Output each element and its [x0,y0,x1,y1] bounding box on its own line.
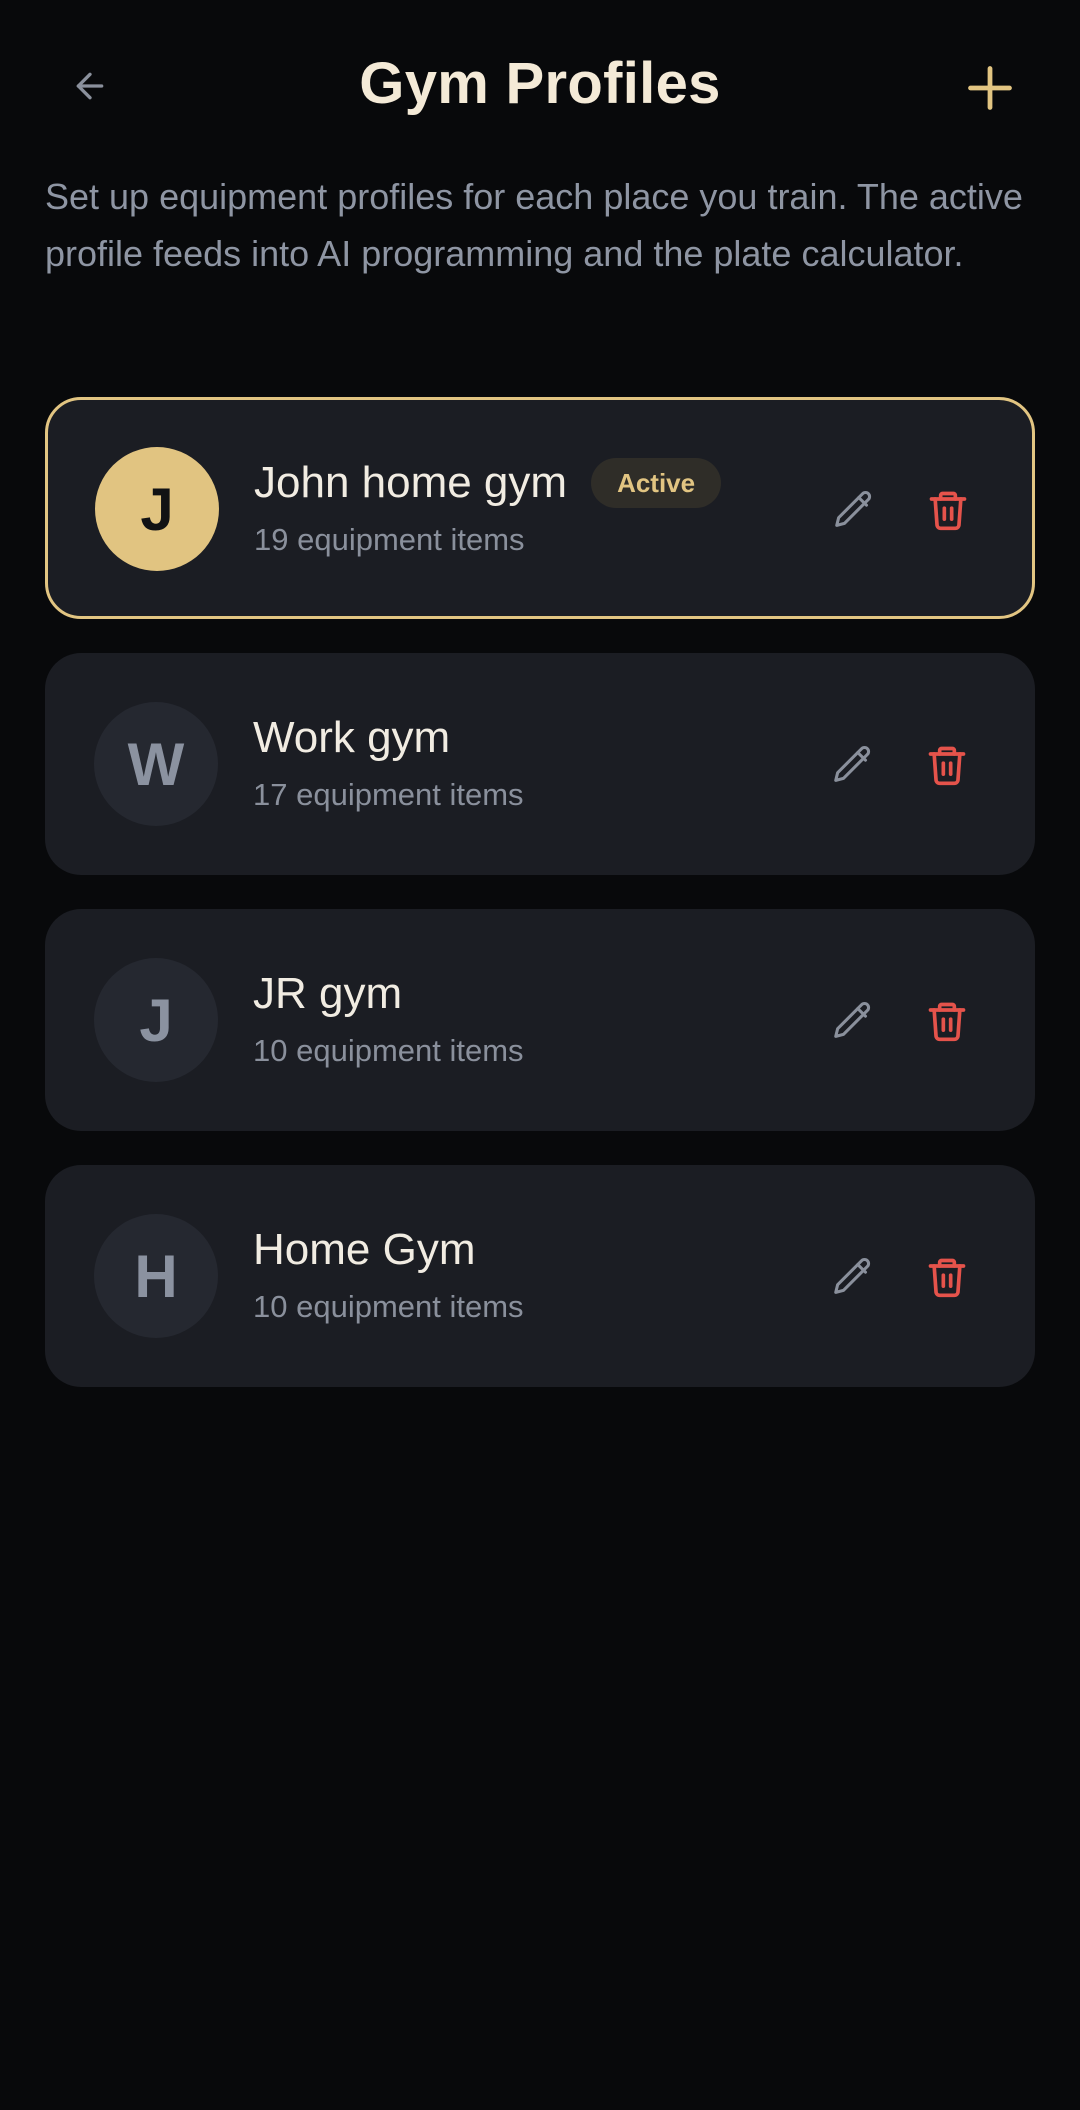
edit-button[interactable] [826,482,882,538]
trash-icon [928,1258,966,1298]
description-text: Set up equipment profiles for each place… [45,176,1023,274]
profile-card[interactable]: W Work gym 17 equipment items [45,653,1035,875]
trash-icon [929,491,967,531]
delete-button[interactable] [919,993,975,1049]
page-title: Gym Profiles [359,51,721,116]
profile-name-row: JR gym [253,969,402,1019]
active-badge: Active [591,458,722,508]
pencil-icon [834,746,871,782]
edit-button[interactable] [825,1249,881,1305]
gym-profiles-screen: Gym Profiles Set up equipment profiles f… [0,0,1080,2110]
equipment-count: 10 equipment items [253,1033,524,1068]
profile-name: Home Gym [253,1225,476,1274]
delete-button[interactable] [919,737,975,793]
profile-name-row: Home Gym [253,1225,475,1275]
profile-name-row: John home gym Active [254,458,722,508]
profile-list: J John home gym Active 19 equipment item… [45,397,1035,1421]
equipment-count: 10 equipment items [253,1289,524,1324]
profile-name: Work gym [253,713,451,762]
trash-icon [928,746,966,786]
profile-card[interactable]: J John home gym Active 19 equipment item… [45,397,1035,619]
pencil-icon [834,1258,871,1294]
avatar: H [94,1214,218,1338]
pencil-icon [834,1002,871,1038]
delete-button[interactable] [920,482,976,538]
avatar: J [95,447,219,571]
trash-icon [928,1002,966,1042]
profile-card[interactable]: J JR gym 10 equipment items [45,909,1035,1131]
edit-button[interactable] [825,737,881,793]
profile-name: JR gym [253,969,403,1018]
profile-card[interactable]: H Home Gym 10 equipment items [45,1165,1035,1387]
equipment-count: 17 equipment items [253,777,524,812]
header: Gym Profiles [0,0,1080,170]
plus-icon [968,66,1012,110]
equipment-count: 19 equipment items [254,522,525,557]
delete-button[interactable] [919,1249,975,1305]
avatar: W [94,702,218,826]
edit-button[interactable] [825,993,881,1049]
profile-name-row: Work gym [253,713,450,763]
pencil-icon [835,491,872,527]
profile-name: John home gym [254,458,568,507]
avatar: J [94,958,218,1082]
add-profile-button[interactable] [960,58,1020,118]
